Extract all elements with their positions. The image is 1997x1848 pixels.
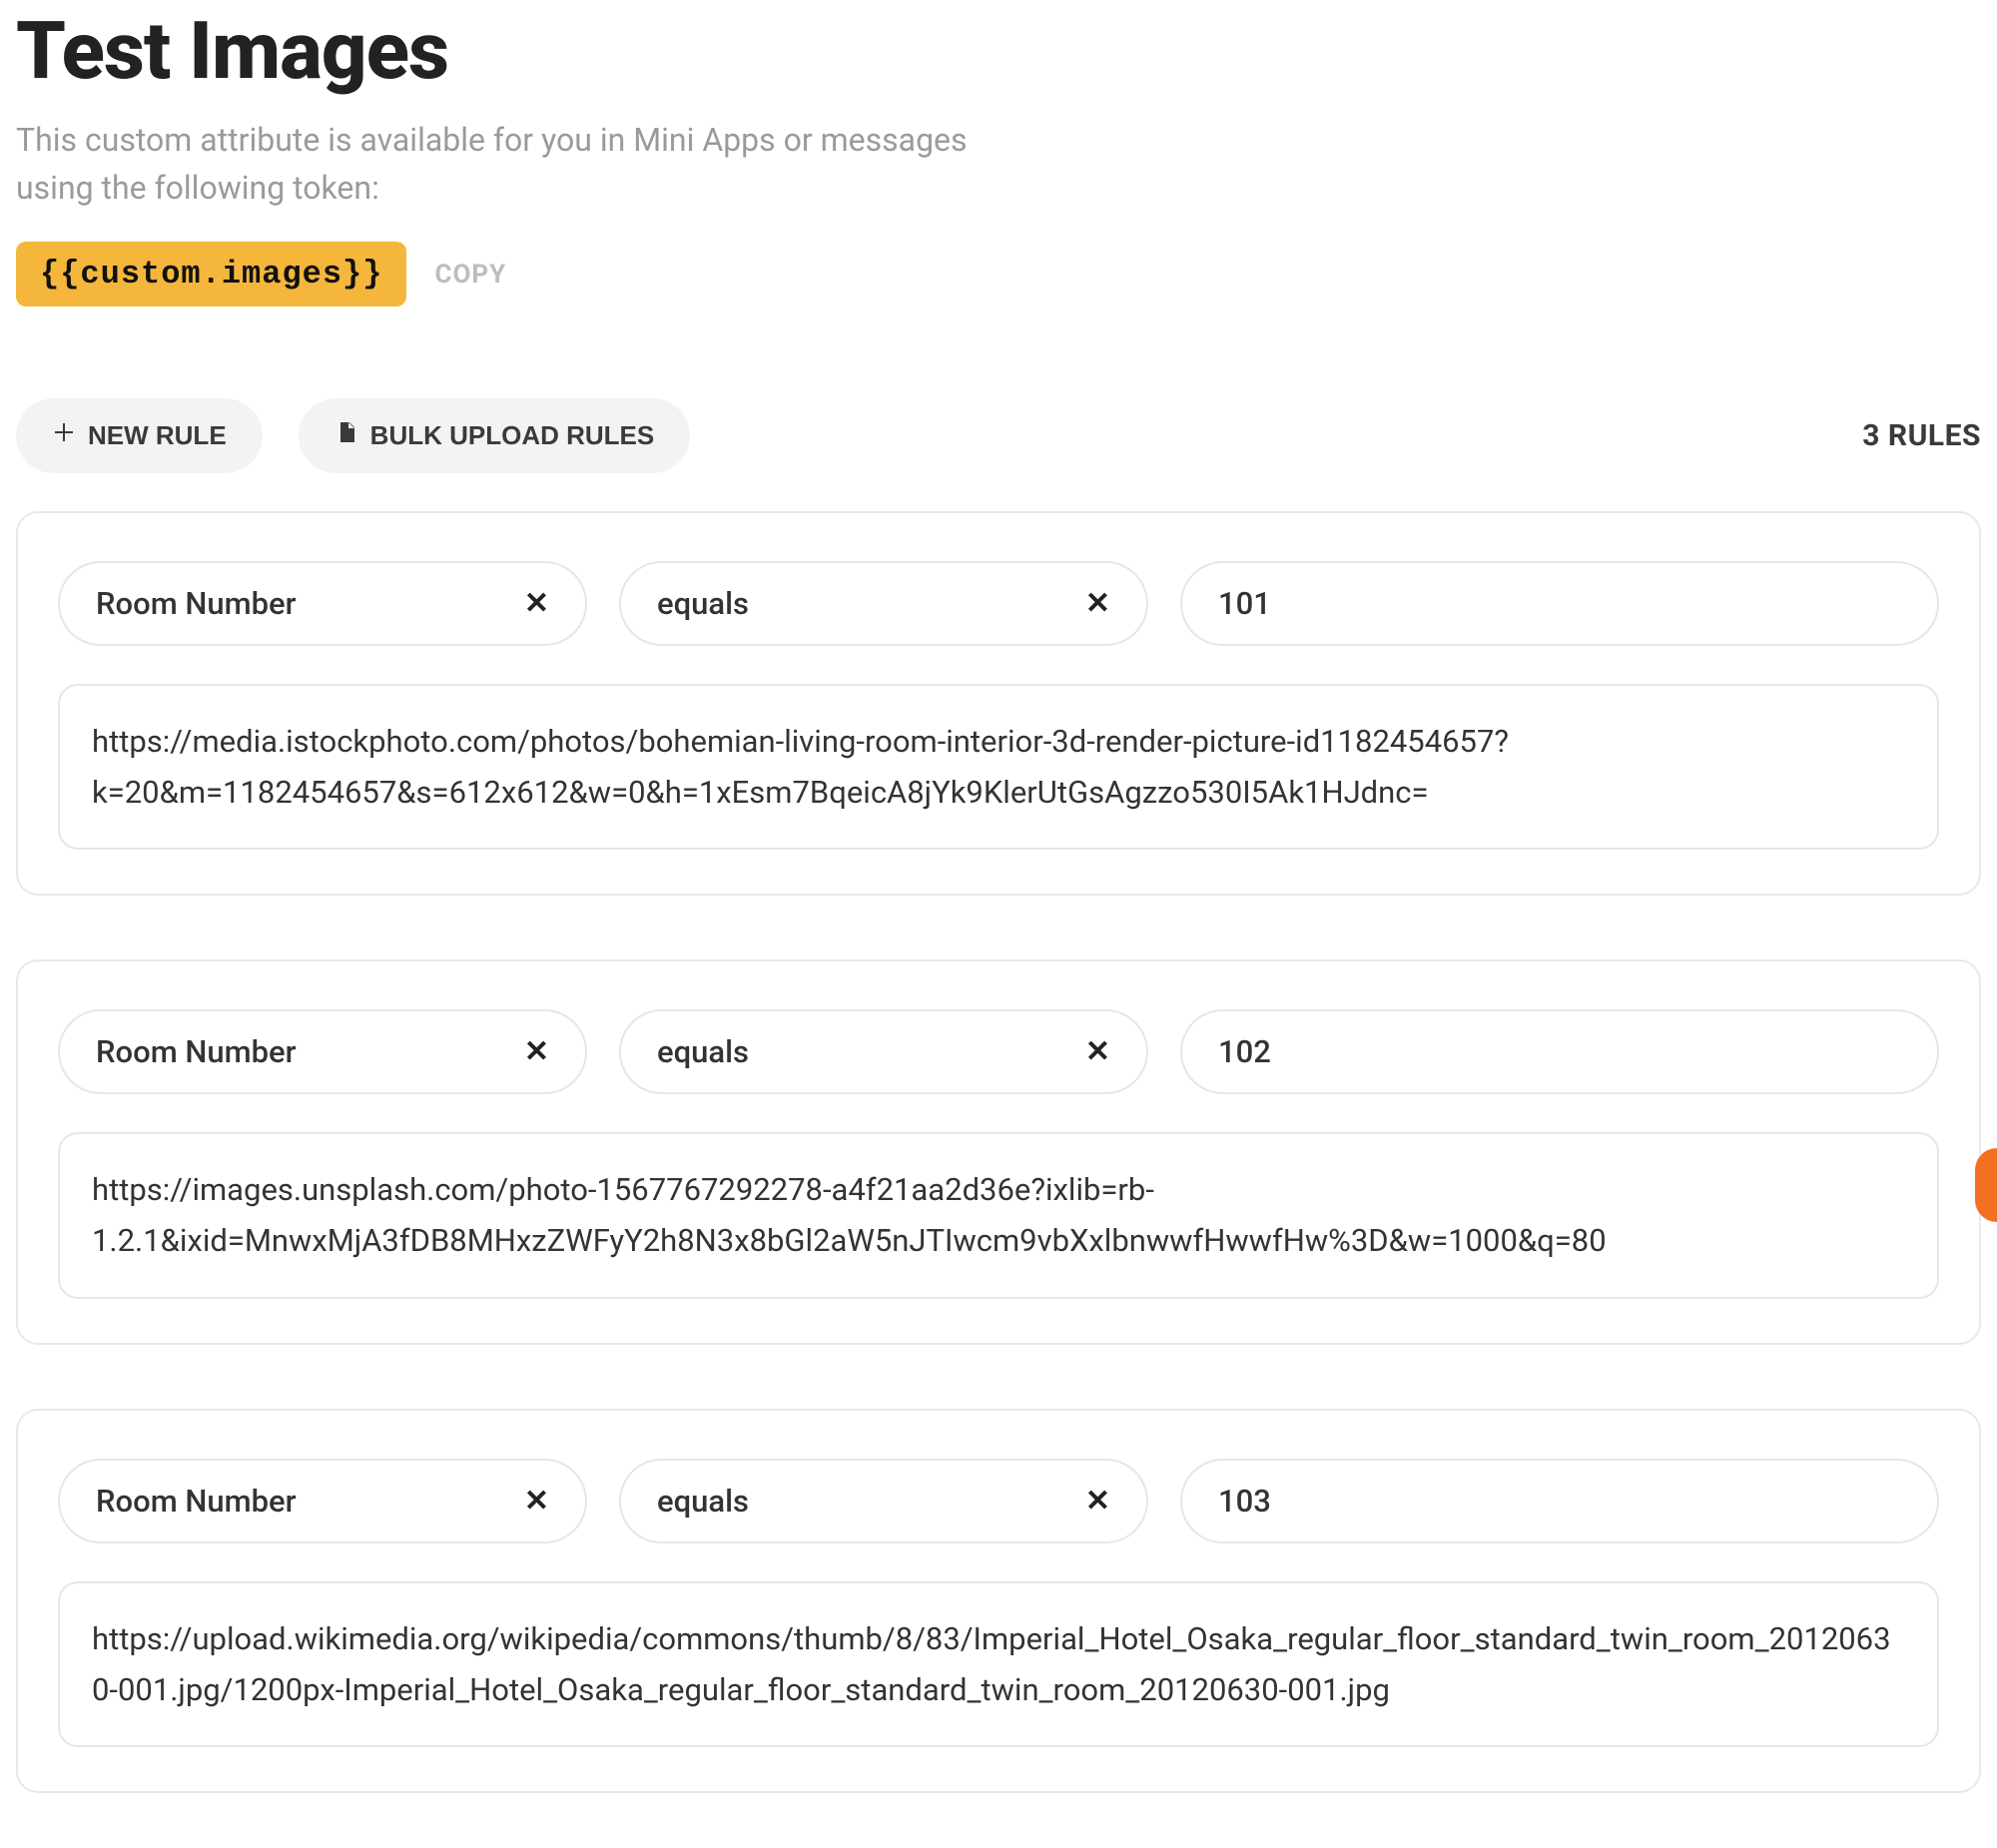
new-rule-button[interactable]: NEW RULE: [16, 398, 263, 473]
bulk-upload-label: BULK UPLOAD RULES: [370, 420, 655, 451]
rule-field-label: Room Number: [96, 585, 297, 622]
rule-field-label: Room Number: [96, 1033, 297, 1070]
rule-comparison-input[interactable]: 102: [1180, 1009, 1939, 1094]
rule-value-text: https://media.istockphoto.com/photos/boh…: [92, 723, 1509, 811]
rule-comparison-value: 103: [1218, 1483, 1271, 1520]
rule-card: Room Number ✕ equals ✕ 102 https://image…: [16, 959, 1981, 1344]
clear-operator-icon[interactable]: ✕: [1065, 586, 1110, 621]
clear-operator-icon[interactable]: ✕: [1065, 1484, 1110, 1519]
rule-operator-label: equals: [657, 1033, 749, 1070]
clear-field-icon[interactable]: ✕: [504, 586, 549, 621]
rule-field-label: Room Number: [96, 1483, 297, 1520]
rule-operator-select[interactable]: equals ✕: [619, 1459, 1148, 1543]
rule-operator-label: equals: [657, 1483, 749, 1520]
bulk-upload-button[interactable]: BULK UPLOAD RULES: [299, 398, 691, 473]
rule-value-input[interactable]: https://images.unsplash.com/photo-156776…: [58, 1132, 1939, 1298]
rule-operator-select[interactable]: equals ✕: [619, 1009, 1148, 1094]
rule-field-select[interactable]: Room Number ✕: [58, 1459, 587, 1543]
rule-card: Room Number ✕ equals ✕ 101 https://media…: [16, 511, 1981, 896]
document-icon: [334, 420, 358, 451]
rule-value-text: https://images.unsplash.com/photo-156776…: [92, 1171, 1607, 1259]
copy-button[interactable]: COPY: [434, 260, 506, 290]
rules-count: 3 RULES: [1862, 418, 1981, 453]
clear-operator-icon[interactable]: ✕: [1065, 1034, 1110, 1069]
page-subtitle: This custom attribute is available for y…: [16, 116, 1034, 212]
new-rule-label: NEW RULE: [88, 420, 227, 451]
rule-operator-label: equals: [657, 585, 749, 622]
rule-card: Room Number ✕ equals ✕ 103 https://uploa…: [16, 1409, 1981, 1793]
rule-value-input[interactable]: https://upload.wikimedia.org/wikipedia/c…: [58, 1581, 1939, 1747]
page-title: Test Images: [16, 4, 1981, 98]
rule-field-select[interactable]: Room Number ✕: [58, 1009, 587, 1094]
rule-value-text: https://upload.wikimedia.org/wikipedia/c…: [92, 1620, 1891, 1708]
token-badge: {{custom.images}}: [16, 242, 406, 307]
clear-field-icon[interactable]: ✕: [504, 1034, 549, 1069]
delete-rule-edge-button[interactable]: [1975, 1148, 1997, 1222]
rule-comparison-input[interactable]: 103: [1180, 1459, 1939, 1543]
rule-operator-select[interactable]: equals ✕: [619, 561, 1148, 646]
rule-field-select[interactable]: Room Number ✕: [58, 561, 587, 646]
rule-comparison-input[interactable]: 101: [1180, 561, 1939, 646]
rule-comparison-value: 102: [1218, 1033, 1271, 1070]
plus-icon: [52, 420, 76, 451]
clear-field-icon[interactable]: ✕: [504, 1484, 549, 1519]
rule-value-input[interactable]: https://media.istockphoto.com/photos/boh…: [58, 684, 1939, 850]
rule-comparison-value: 101: [1218, 585, 1271, 622]
